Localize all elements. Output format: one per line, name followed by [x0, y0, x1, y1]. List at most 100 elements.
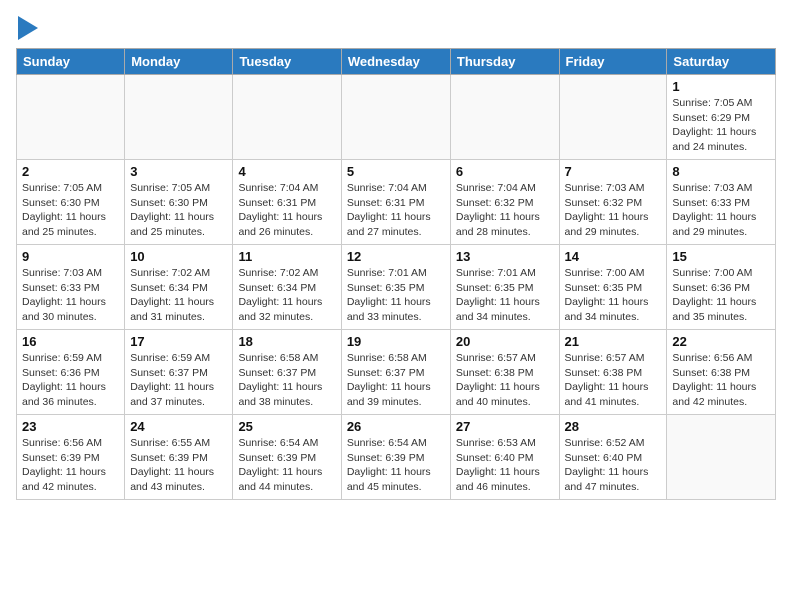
day-number: 5 [347, 164, 445, 179]
day-cell: 21Sunrise: 6:57 AM Sunset: 6:38 PM Dayli… [559, 330, 667, 415]
day-cell: 18 Sunrise: 6:58 AM Sunset: 6:37 PM Dayli… [233, 330, 341, 415]
header-cell-monday: Monday [125, 49, 233, 75]
day-number: 27 [456, 419, 554, 434]
day-number: 10 [130, 249, 227, 264]
day-info: Sunrise: 6:57 AM Sunset: 6:38 PM Dayligh… [456, 351, 554, 410]
day-cell: 7 Sunrise: 7:03 AM Sunset: 6:32 PM Daylig… [559, 160, 667, 245]
day-cell: 9 Sunrise: 7:03 AM Sunset: 6:33 PM Daylig… [17, 245, 125, 330]
day-info: Sunrise: 7:02 AM Sunset: 6:34 PM Dayligh… [238, 266, 335, 325]
week-row-5: 23 Sunrise: 6:56 AM Sunset: 6:39 PM Dayli… [17, 415, 776, 500]
day-cell: 8 Sunrise: 7:03 AM Sunset: 6:33 PM Daylig… [667, 160, 776, 245]
day-cell: 24Sunrise: 6:55 AM Sunset: 6:39 PM Dayli… [125, 415, 233, 500]
header-cell-saturday: Saturday [667, 49, 776, 75]
day-number: 11 [238, 249, 335, 264]
day-info: Sunrise: 6:59 AM Sunset: 6:36 PM Dayligh… [22, 351, 119, 410]
day-info: Sunrise: 6:54 AM Sunset: 6:39 PM Dayligh… [347, 436, 445, 495]
day-number: 25 [238, 419, 335, 434]
day-number: 17 [130, 334, 227, 349]
day-info: Sunrise: 6:56 AM Sunset: 6:38 PM Dayligh… [672, 351, 770, 410]
calendar-table: SundayMondayTuesdayWednesdayThursdayFrid… [16, 48, 776, 500]
day-info: Sunrise: 7:01 AM Sunset: 6:35 PM Dayligh… [347, 266, 445, 325]
day-cell: 28Sunrise: 6:52 AM Sunset: 6:40 PM Dayli… [559, 415, 667, 500]
header-cell-tuesday: Tuesday [233, 49, 341, 75]
day-cell: 17 Sunrise: 6:59 AM Sunset: 6:37 PM Dayli… [125, 330, 233, 415]
day-cell: 2 Sunrise: 7:05 AM Sunset: 6:30 PM Daylig… [17, 160, 125, 245]
day-number: 26 [347, 419, 445, 434]
day-number: 24 [130, 419, 227, 434]
day-number: 13 [456, 249, 554, 264]
day-info: Sunrise: 7:05 AM Sunset: 6:30 PM Dayligh… [22, 181, 119, 240]
header-cell-sunday: Sunday [17, 49, 125, 75]
day-number: 7 [565, 164, 662, 179]
day-cell: 19Sunrise: 6:58 AM Sunset: 6:37 PM Dayli… [341, 330, 450, 415]
day-number: 14 [565, 249, 662, 264]
day-number: 21 [565, 334, 662, 349]
day-cell: 16 Sunrise: 6:59 AM Sunset: 6:36 PM Dayli… [17, 330, 125, 415]
day-cell: 5 Sunrise: 7:04 AM Sunset: 6:31 PM Daylig… [341, 160, 450, 245]
day-cell [559, 75, 667, 160]
day-cell: 26 Sunrise: 6:54 AM Sunset: 6:39 PM Dayli… [341, 415, 450, 500]
day-cell: 27Sunrise: 6:53 AM Sunset: 6:40 PM Dayli… [450, 415, 559, 500]
logo-text [16, 16, 38, 40]
day-info: Sunrise: 7:00 AM Sunset: 6:35 PM Dayligh… [565, 266, 662, 325]
logo [16, 16, 38, 40]
day-cell: 15 Sunrise: 7:00 AM Sunset: 6:36 PM Dayli… [667, 245, 776, 330]
day-cell [233, 75, 341, 160]
day-cell: 6 Sunrise: 7:04 AM Sunset: 6:32 PM Daylig… [450, 160, 559, 245]
day-info: Sunrise: 7:01 AM Sunset: 6:35 PM Dayligh… [456, 266, 554, 325]
day-info: Sunrise: 7:05 AM Sunset: 6:29 PM Dayligh… [672, 96, 770, 155]
day-number: 18 [238, 334, 335, 349]
day-cell: 25 Sunrise: 6:54 AM Sunset: 6:39 PM Dayli… [233, 415, 341, 500]
day-cell: 23 Sunrise: 6:56 AM Sunset: 6:39 PM Dayli… [17, 415, 125, 500]
day-cell: 22 Sunrise: 6:56 AM Sunset: 6:38 PM Dayli… [667, 330, 776, 415]
day-info: Sunrise: 6:54 AM Sunset: 6:39 PM Dayligh… [238, 436, 335, 495]
day-number: 4 [238, 164, 335, 179]
day-cell [450, 75, 559, 160]
day-number: 23 [22, 419, 119, 434]
day-cell [17, 75, 125, 160]
day-number: 2 [22, 164, 119, 179]
day-info: Sunrise: 7:04 AM Sunset: 6:32 PM Dayligh… [456, 181, 554, 240]
day-number: 22 [672, 334, 770, 349]
day-number: 19 [347, 334, 445, 349]
header [16, 16, 776, 40]
day-info: Sunrise: 7:05 AM Sunset: 6:30 PM Dayligh… [130, 181, 227, 240]
day-cell: 10 Sunrise: 7:02 AM Sunset: 6:34 PM Dayli… [125, 245, 233, 330]
day-number: 15 [672, 249, 770, 264]
day-cell: 13 Sunrise: 7:01 AM Sunset: 6:35 PM Dayli… [450, 245, 559, 330]
page: SundayMondayTuesdayWednesdayThursdayFrid… [0, 0, 792, 516]
day-info: Sunrise: 6:58 AM Sunset: 6:37 PM Dayligh… [238, 351, 335, 410]
day-info: Sunrise: 7:03 AM Sunset: 6:32 PM Dayligh… [565, 181, 662, 240]
day-cell: 14 Sunrise: 7:00 AM Sunset: 6:35 PM Dayli… [559, 245, 667, 330]
day-number: 9 [22, 249, 119, 264]
day-cell [341, 75, 450, 160]
day-cell: 3 Sunrise: 7:05 AM Sunset: 6:30 PM Daylig… [125, 160, 233, 245]
day-number: 3 [130, 164, 227, 179]
day-info: Sunrise: 7:04 AM Sunset: 6:31 PM Dayligh… [347, 181, 445, 240]
header-cell-thursday: Thursday [450, 49, 559, 75]
day-cell: 1 Sunrise: 7:05 AM Sunset: 6:29 PM Daylig… [667, 75, 776, 160]
day-number: 16 [22, 334, 119, 349]
day-cell: 20 Sunrise: 6:57 AM Sunset: 6:38 PM Dayli… [450, 330, 559, 415]
day-cell: 11 Sunrise: 7:02 AM Sunset: 6:34 PM Dayli… [233, 245, 341, 330]
day-info: Sunrise: 7:03 AM Sunset: 6:33 PM Dayligh… [22, 266, 119, 325]
day-info: Sunrise: 7:00 AM Sunset: 6:36 PM Dayligh… [672, 266, 770, 325]
day-number: 20 [456, 334, 554, 349]
day-number: 1 [672, 79, 770, 94]
day-info: Sunrise: 6:59 AM Sunset: 6:37 PM Dayligh… [130, 351, 227, 410]
day-number: 8 [672, 164, 770, 179]
header-row: SundayMondayTuesdayWednesdayThursdayFrid… [17, 49, 776, 75]
week-row-2: 2 Sunrise: 7:05 AM Sunset: 6:30 PM Daylig… [17, 160, 776, 245]
day-info: Sunrise: 6:56 AM Sunset: 6:39 PM Dayligh… [22, 436, 119, 495]
week-row-3: 9 Sunrise: 7:03 AM Sunset: 6:33 PM Daylig… [17, 245, 776, 330]
day-number: 12 [347, 249, 445, 264]
day-cell [125, 75, 233, 160]
day-info: Sunrise: 7:04 AM Sunset: 6:31 PM Dayligh… [238, 181, 335, 240]
header-cell-wednesday: Wednesday [341, 49, 450, 75]
day-number: 28 [565, 419, 662, 434]
day-info: Sunrise: 7:03 AM Sunset: 6:33 PM Dayligh… [672, 181, 770, 240]
day-cell: 4 Sunrise: 7:04 AM Sunset: 6:31 PM Daylig… [233, 160, 341, 245]
week-row-1: 1 Sunrise: 7:05 AM Sunset: 6:29 PM Daylig… [17, 75, 776, 160]
day-number: 6 [456, 164, 554, 179]
day-info: Sunrise: 7:02 AM Sunset: 6:34 PM Dayligh… [130, 266, 227, 325]
